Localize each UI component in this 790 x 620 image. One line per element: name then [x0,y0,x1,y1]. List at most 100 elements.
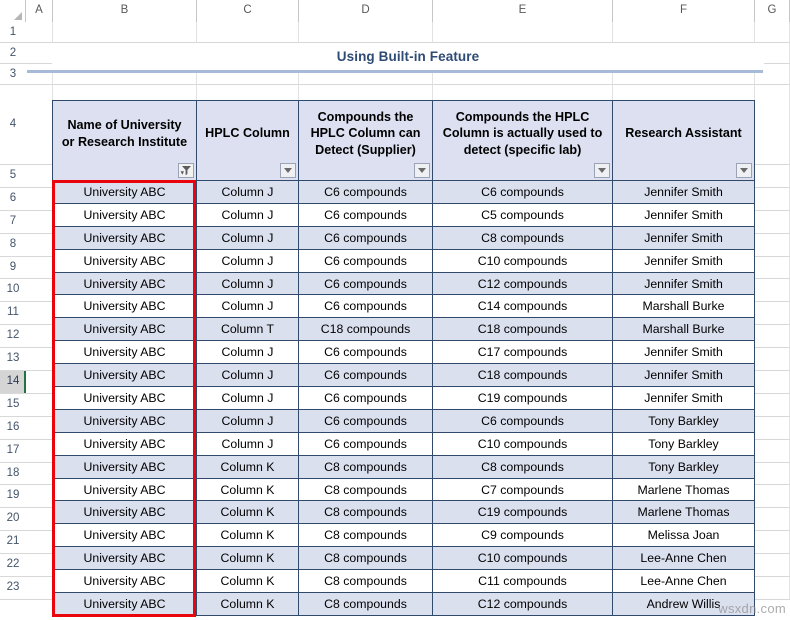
grid-cell[interactable] [755,416,790,440]
row-header-12[interactable]: 12 [0,325,26,349]
table-row[interactable]: University ABC Column T C18 compounds C18 c… [52,317,755,342]
table-cell-column[interactable]: Column J [196,225,299,250]
table-cell-column[interactable]: Column K [196,477,299,502]
table-cell-lab[interactable]: C18 compounds [432,317,613,342]
grid-cell[interactable] [26,554,53,578]
table-cell-university[interactable]: University ABC [52,454,197,479]
table-cell-assistant[interactable]: Tony Barkley [612,454,755,479]
table-row[interactable]: University ABC Column K C8 compounds C19 co… [52,500,755,525]
table-row[interactable]: University ABC Column J C6 compounds C5 com… [52,202,755,227]
table-cell-assistant[interactable]: Tony Barkley [612,408,755,433]
table-cell-column[interactable]: Column J [196,363,299,388]
table-cell-lab[interactable]: C8 compounds [432,454,613,479]
grid-cell[interactable] [755,325,790,349]
column-header-b[interactable]: B [53,0,197,22]
table-cell-lab[interactable]: C6 compounds [432,180,613,204]
table-row[interactable]: University ABC Column K C8 compounds C10 co… [52,546,755,571]
table-cell-assistant[interactable]: Jennifer Smith [612,363,755,388]
row-header-8[interactable]: 8 [0,233,26,257]
table-cell-university[interactable]: University ABC [52,180,197,204]
table-row[interactable]: University ABC Column J C6 compounds C17 co… [52,340,755,365]
grid-cell[interactable] [26,85,53,165]
table-cell-assistant[interactable]: Lee-Anne Chen [612,569,755,594]
column-header-c[interactable]: C [197,0,299,22]
table-cell-lab[interactable]: C12 compounds [432,271,613,296]
table-cell-assistant[interactable]: Jennifer Smith [612,202,755,227]
row-header-11[interactable]: 11 [0,302,26,326]
row-header-10[interactable]: 10 [0,279,26,303]
table-cell-university[interactable]: University ABC [52,317,197,342]
table-cell-assistant[interactable]: Jennifer Smith [612,386,755,410]
table-cell-supplier[interactable]: C6 compounds [298,340,433,365]
table-cell-university[interactable]: University ABC [52,340,197,365]
table-cell-university[interactable]: University ABC [52,386,197,410]
grid-cell[interactable] [26,462,53,486]
table-cell-supplier[interactable]: C6 compounds [298,202,433,227]
grid-cell[interactable] [26,439,53,463]
table-cell-university[interactable]: University ABC [52,477,197,502]
table-cell-column[interactable]: Column J [196,408,299,433]
table-cell-column[interactable]: Column K [196,500,299,525]
grid-cell[interactable] [26,279,53,303]
grid-cell[interactable] [755,165,790,188]
row-header-1[interactable]: 1 [0,22,26,43]
table-cell-supplier[interactable]: C6 compounds [298,248,433,273]
table-cell-column[interactable]: Column K [196,546,299,571]
table-cell-university[interactable]: University ABC [52,569,197,594]
grid-cell[interactable] [755,531,790,555]
table-cell-lab[interactable]: C10 compounds [432,546,613,571]
grid-cell[interactable] [26,325,53,349]
table-cell-column[interactable]: Column J [196,340,299,365]
table-cell-university[interactable]: University ABC [52,225,197,250]
row-header-18[interactable]: 18 [0,462,26,486]
table-cell-supplier[interactable]: C8 compounds [298,454,433,479]
table-cell-supplier[interactable]: C8 compounds [298,546,433,571]
table-cell-university[interactable]: University ABC [52,294,197,319]
table-cell-lab[interactable]: C19 compounds [432,500,613,525]
grid-cell[interactable] [26,508,53,532]
table-cell-assistant[interactable]: Marshall Burke [612,317,755,342]
table-cell-supplier[interactable]: C6 compounds [298,294,433,319]
chevron-down-icon[interactable] [414,163,430,178]
table-row[interactable]: University ABC Column J C6 compounds C10 co… [52,248,755,273]
grid-cell[interactable] [613,22,755,43]
table-cell-column[interactable]: Column J [196,202,299,227]
table-row[interactable]: University ABC Column J C6 compounds C6 com… [52,408,755,433]
row-header-6[interactable]: 6 [0,187,26,211]
select-all-button[interactable] [0,0,26,22]
table-cell-supplier[interactable]: C6 compounds [298,180,433,204]
table-row[interactable]: University ABC Column K C8 compounds C8 com… [52,454,755,479]
table-cell-assistant[interactable]: Jennifer Smith [612,340,755,365]
table-cell-assistant[interactable]: Melissa Joan [612,523,755,548]
grid-cell[interactable] [755,554,790,578]
chevron-down-icon[interactable] [280,163,296,178]
grid-cell[interactable] [755,233,790,257]
table-cell-lab[interactable]: C8 compounds [432,225,613,250]
grid-cell[interactable] [26,416,53,440]
column-header-f[interactable]: F [613,0,755,22]
table-cell-lab[interactable]: C17 compounds [432,340,613,365]
table-cell-column[interactable]: Column J [196,180,299,204]
table-cell-lab[interactable]: C12 compounds [432,592,613,616]
table-cell-assistant[interactable]: Jennifer Smith [612,271,755,296]
table-cell-university[interactable]: University ABC [52,592,197,616]
row-header-3[interactable]: 3 [0,64,26,85]
table-cell-assistant[interactable]: Marshall Burke [612,294,755,319]
grid-cell[interactable] [26,302,53,326]
grid-cell[interactable] [197,22,299,43]
table-cell-lab[interactable]: C10 compounds [432,431,613,456]
table-cell-lab[interactable]: C6 compounds [432,408,613,433]
table-row[interactable]: University ABC Column J C6 compounds C10 co… [52,431,755,456]
row-header-21[interactable]: 21 [0,531,26,555]
table-row[interactable]: University ABC Column K C8 compounds C11 co… [52,569,755,594]
table-cell-assistant[interactable]: Jennifer Smith [612,225,755,250]
table-cell-column[interactable]: Column K [196,454,299,479]
row-header-17[interactable]: 17 [0,439,26,463]
grid-cell[interactable] [755,462,790,486]
column-header-g[interactable]: G [755,0,790,22]
filter-funnel-icon[interactable] [178,163,194,178]
grid-cell[interactable] [755,393,790,417]
table-cell-university[interactable]: University ABC [52,431,197,456]
row-header-14[interactable]: 14 [0,371,26,394]
table-cell-university[interactable]: University ABC [52,523,197,548]
